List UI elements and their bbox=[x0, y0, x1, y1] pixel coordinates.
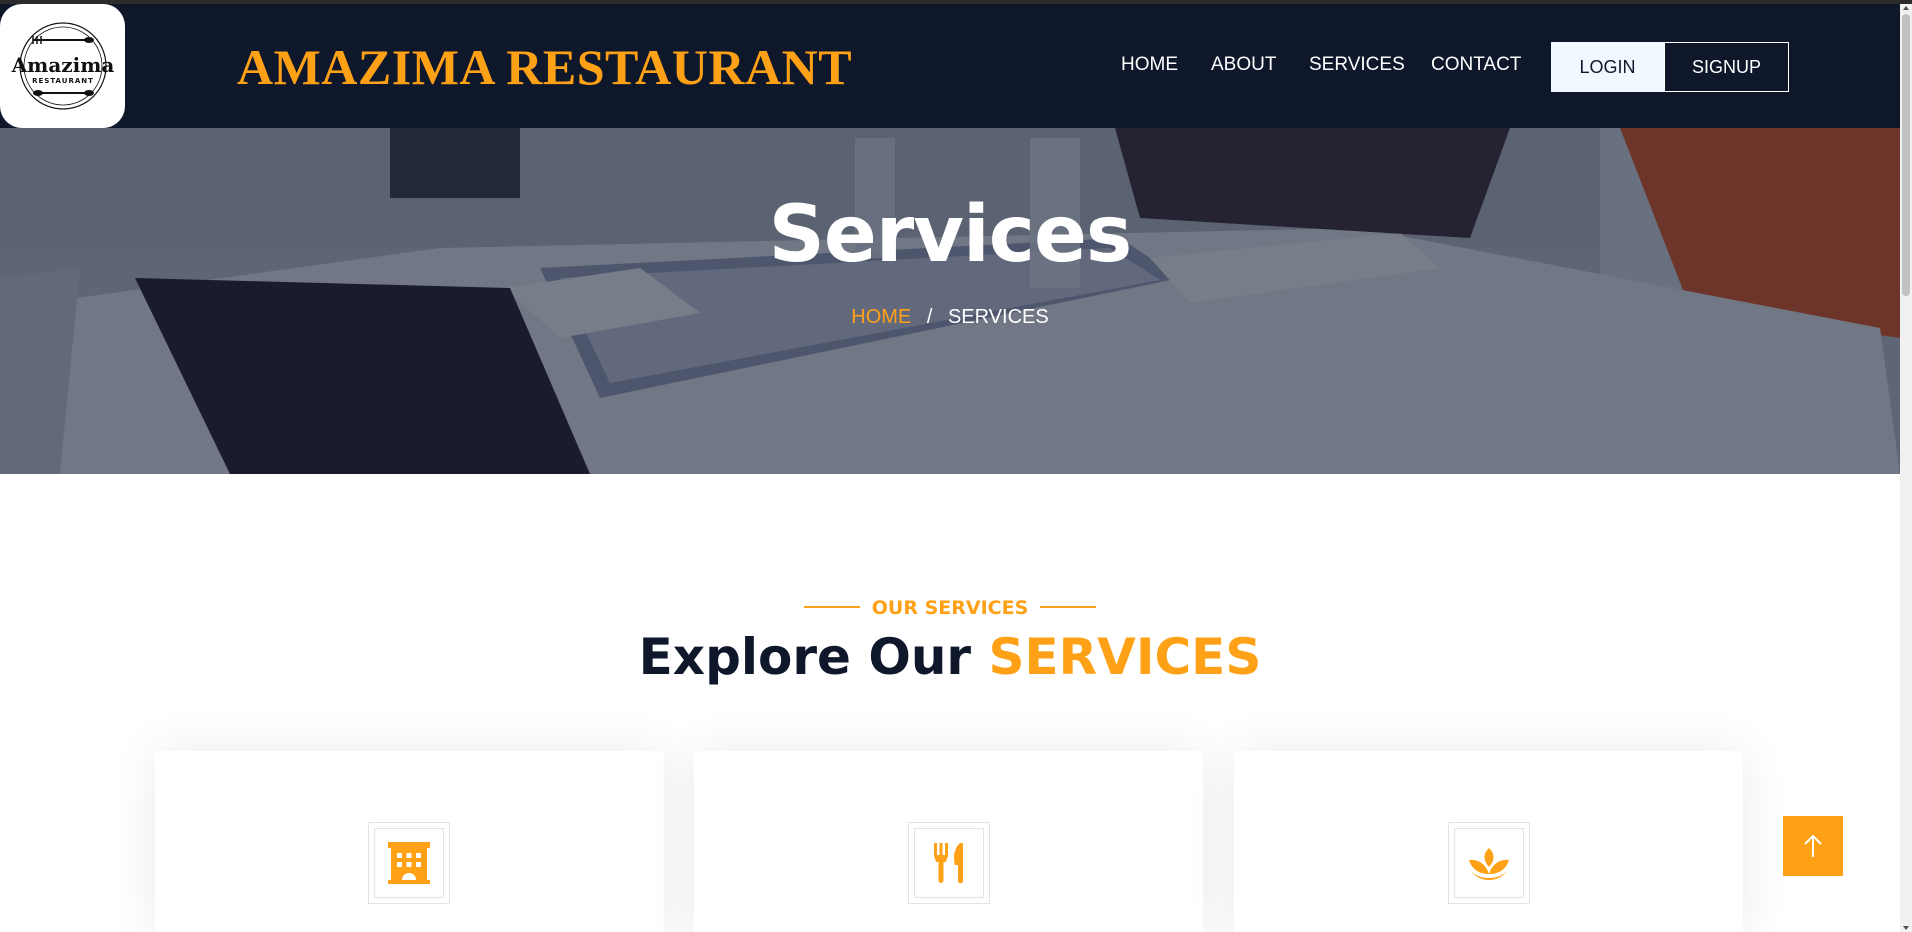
section-tag: OUR SERVICES bbox=[0, 597, 1900, 619]
arrow-up-icon bbox=[1804, 834, 1822, 857]
scrollbar-thumb[interactable] bbox=[1902, 14, 1910, 296]
service-icon-frame bbox=[1448, 822, 1530, 904]
nav-services[interactable]: SERVICES bbox=[1309, 54, 1405, 76]
site-header: Amazima RESTAURANT AMAZIMA RESTAURANT HO… bbox=[0, 4, 1900, 128]
logo-text: Amazima bbox=[11, 53, 114, 77]
hotel-icon bbox=[388, 842, 430, 884]
service-card-2[interactable] bbox=[694, 751, 1203, 932]
logo[interactable]: Amazima RESTAURANT bbox=[0, 4, 125, 128]
section-title-accent: SERVICES bbox=[988, 628, 1262, 686]
logo-emblem: Amazima RESTAURANT bbox=[11, 22, 114, 110]
nav-home[interactable]: HOME bbox=[1121, 54, 1178, 76]
login-button[interactable]: LOGIN bbox=[1551, 42, 1664, 92]
nav-contact[interactable]: CONTACT bbox=[1431, 54, 1521, 76]
breadcrumb-home-link[interactable]: HOME bbox=[851, 306, 911, 328]
page-scrollbar[interactable] bbox=[1900, 4, 1912, 932]
brand-name[interactable]: AMAZIMA RESTAURANT bbox=[237, 38, 852, 96]
breadcrumb: HOME / SERVICES bbox=[0, 306, 1900, 329]
service-card-3[interactable] bbox=[1234, 751, 1743, 932]
service-icon-frame bbox=[908, 822, 990, 904]
tag-line-left bbox=[803, 605, 860, 608]
page-title: Services bbox=[768, 190, 1133, 280]
hero-overlay bbox=[0, 128, 1900, 474]
signup-button[interactable]: SIGNUP bbox=[1664, 42, 1789, 92]
service-icon-frame bbox=[368, 822, 450, 904]
service-card-1[interactable] bbox=[155, 751, 664, 932]
spa-icon bbox=[1469, 848, 1509, 880]
breadcrumb-separator: / bbox=[926, 306, 933, 328]
section-tag-label: OUR SERVICES bbox=[871, 597, 1029, 619]
page-hero: Services HOME / SERVICES bbox=[0, 128, 1900, 474]
nav-about[interactable]: ABOUT bbox=[1211, 54, 1276, 76]
section-title: Explore Our SERVICES bbox=[0, 628, 1900, 686]
logo-subtext: RESTAURANT bbox=[32, 77, 94, 85]
breadcrumb-current: SERVICES bbox=[947, 306, 1049, 328]
scroll-up-arrow-icon[interactable] bbox=[1902, 4, 1910, 12]
back-to-top-button[interactable] bbox=[1783, 816, 1843, 876]
section-title-main: Explore Our bbox=[638, 628, 972, 686]
tag-line-right bbox=[1040, 605, 1097, 608]
scroll-down-arrow-icon[interactable] bbox=[1902, 924, 1910, 932]
utensils-icon bbox=[934, 843, 963, 884]
